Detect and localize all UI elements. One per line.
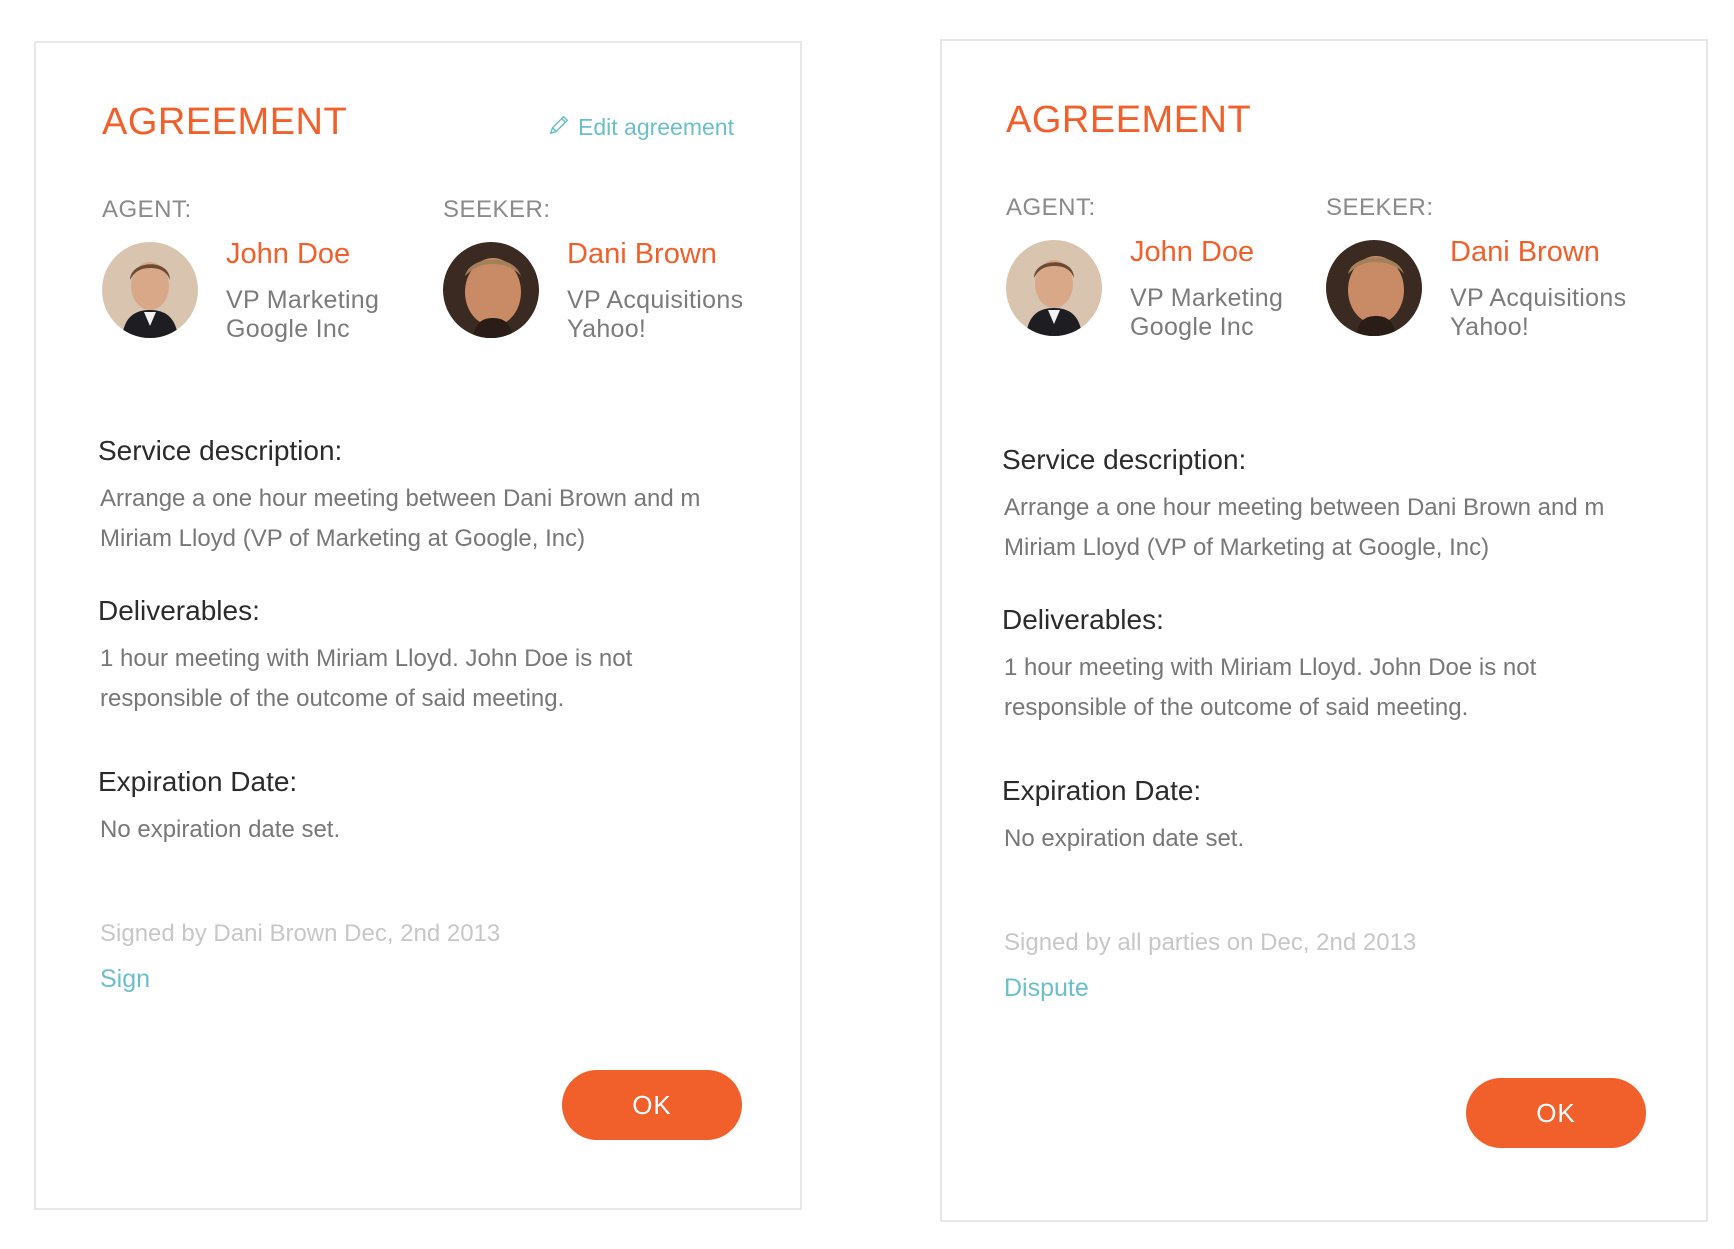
agent-company: Google Inc	[1130, 313, 1254, 341]
service-description-heading: Service description:	[1002, 444, 1247, 475]
seeker-company: Yahoo!	[1450, 313, 1530, 341]
agent-company: Google Inc	[226, 315, 350, 343]
seeker-label: SEEKER:	[443, 196, 551, 223]
signed-status: Signed by Dani Brown Dec, 2nd 2013	[100, 920, 501, 947]
service-description-line-1: Arrange a one hour meeting between Dani …	[100, 485, 701, 512]
agreement-card-signed: AGREEMENT AGENT: John Doe VP Marketing G…	[940, 39, 1708, 1222]
card-title: AGREEMENT	[1006, 99, 1252, 141]
agreement-card-pending: AGREEMENT Edit agreement AGENT: John Doe…	[34, 41, 802, 1210]
seeker-avatar	[443, 242, 539, 338]
service-description-heading: Service description:	[98, 435, 343, 466]
pencil-icon	[548, 114, 570, 140]
seeker-avatar	[1326, 240, 1422, 336]
deliverables-line-2: responsible of the outcome of said meeti…	[100, 685, 565, 712]
agent-avatar	[1006, 240, 1102, 336]
expiration-date-heading: Expiration Date:	[1002, 775, 1202, 806]
seeker-position: VP Acquisitions	[1450, 284, 1627, 312]
expiration-date-heading: Expiration Date:	[98, 766, 298, 797]
sign-link[interactable]: Sign	[100, 967, 150, 992]
edit-agreement-link[interactable]: Edit agreement	[548, 114, 734, 140]
deliverables-line-2: responsible of the outcome of said meeti…	[1004, 694, 1469, 721]
agent-name[interactable]: John Doe	[226, 240, 350, 269]
agent-label: AGENT:	[102, 196, 192, 223]
seeker-position: VP Acquisitions	[567, 286, 744, 314]
agent-avatar	[102, 242, 198, 338]
service-description-line-1: Arrange a one hour meeting between Dani …	[1004, 494, 1605, 521]
card-title: AGREEMENT	[102, 101, 348, 143]
dispute-link[interactable]: Dispute	[1004, 976, 1089, 1001]
service-description-line-2: Miriam Lloyd (VP of Marketing at Google,…	[100, 525, 586, 552]
agent-position: VP Marketing	[226, 286, 380, 314]
ok-button[interactable]: OK	[1466, 1078, 1646, 1148]
agent-label: AGENT:	[1006, 194, 1096, 221]
deliverables-heading: Deliverables:	[98, 595, 260, 626]
agent-position: VP Marketing	[1130, 284, 1284, 312]
expiration-date-text: No expiration date set.	[100, 816, 341, 843]
seeker-company: Yahoo!	[567, 315, 647, 343]
edit-agreement-label: Edit agreement	[578, 113, 734, 140]
seeker-label: SEEKER:	[1326, 194, 1434, 221]
deliverables-line-1: 1 hour meeting with Miriam Lloyd. John D…	[1004, 654, 1537, 681]
signed-status: Signed by all parties on Dec, 2nd 2013	[1004, 929, 1417, 956]
service-description-line-2: Miriam Lloyd (VP of Marketing at Google,…	[1004, 534, 1490, 561]
seeker-name[interactable]: Dani Brown	[567, 240, 717, 269]
deliverables-line-1: 1 hour meeting with Miriam Lloyd. John D…	[100, 645, 633, 672]
seeker-name[interactable]: Dani Brown	[1450, 238, 1600, 267]
deliverables-heading: Deliverables:	[1002, 604, 1164, 635]
ok-button[interactable]: OK	[562, 1070, 742, 1140]
expiration-date-text: No expiration date set.	[1004, 825, 1245, 852]
agent-name[interactable]: John Doe	[1130, 238, 1254, 267]
